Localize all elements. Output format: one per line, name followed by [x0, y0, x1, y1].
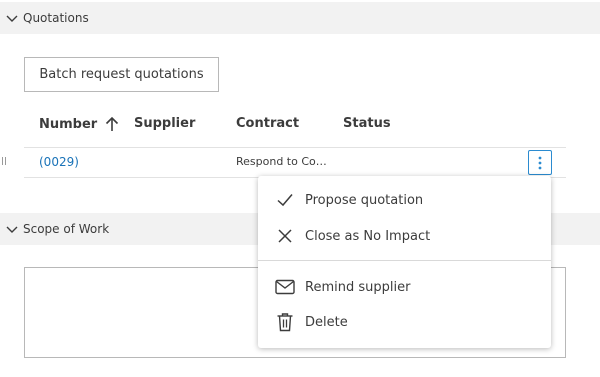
- quotations-section-title: Quotations: [23, 11, 89, 25]
- row-actions-menu: Propose quotation Close as No Impact Rem…: [258, 176, 551, 348]
- menu-item-label: Propose quotation: [305, 192, 424, 208]
- row-more-actions-button[interactable]: [528, 150, 552, 175]
- menu-divider: [258, 260, 551, 261]
- menu-item-label: Remind supplier: [305, 279, 411, 295]
- table-header-divider: [24, 147, 566, 148]
- drag-handle-icon[interactable]: [1, 156, 7, 166]
- close-icon: [275, 226, 295, 246]
- column-header-contract[interactable]: Contract: [236, 116, 299, 131]
- menu-item-remind-supplier[interactable]: Remind supplier: [258, 270, 551, 304]
- menu-item-label: Close as No Impact: [305, 228, 431, 244]
- trash-icon: [275, 312, 295, 332]
- quotations-section-header[interactable]: Quotations: [0, 2, 600, 34]
- column-header-supplier[interactable]: Supplier: [134, 116, 195, 131]
- column-header-status[interactable]: Status: [343, 116, 391, 131]
- quotation-number-link[interactable]: (0029): [39, 155, 79, 169]
- chevron-down-icon: [6, 226, 18, 233]
- menu-item-label: Delete: [305, 314, 348, 330]
- scope-of-work-section-title: Scope of Work: [23, 222, 110, 236]
- more-vertical-icon: [538, 156, 542, 169]
- column-header-number[interactable]: Number: [39, 116, 119, 132]
- sort-ascending-icon: [106, 116, 119, 131]
- menu-item-propose-quotation[interactable]: Propose quotation: [258, 183, 551, 217]
- check-icon: [275, 190, 295, 210]
- menu-item-close-as-no-impact[interactable]: Close as No Impact: [258, 219, 551, 253]
- envelope-icon: [275, 277, 295, 297]
- column-header-number-label: Number: [39, 116, 98, 132]
- chevron-down-icon: [6, 15, 18, 22]
- contract-cell: Respond to Co…: [236, 155, 327, 168]
- batch-request-quotations-button[interactable]: Batch request quotations: [24, 57, 219, 92]
- menu-item-delete[interactable]: Delete: [258, 305, 551, 339]
